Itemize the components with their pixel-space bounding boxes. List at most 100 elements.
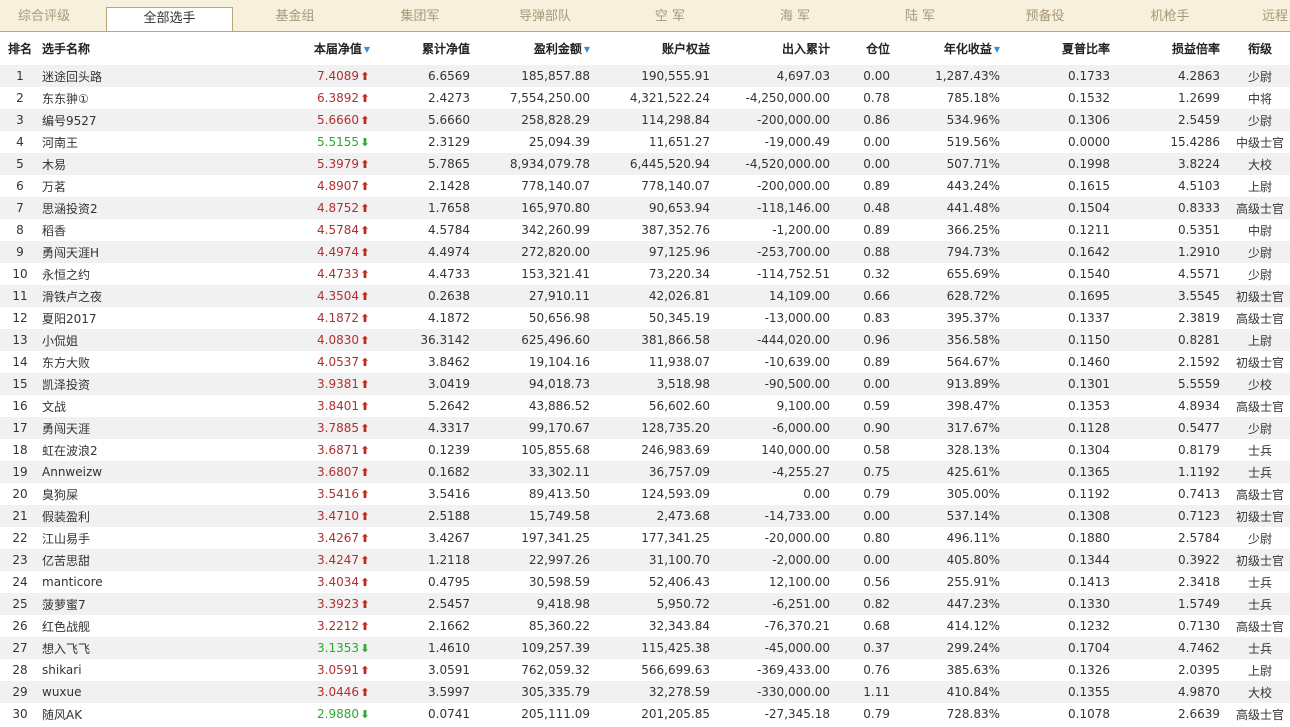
- annual-return-cell: 395.37%: [900, 307, 1010, 329]
- table-row[interactable]: 13 小侃姐 4.0830⬆ 36.3142 625,496.60 381,866.58-…: [0, 329, 1290, 351]
- player-name-link[interactable]: 东方大败: [40, 351, 170, 373]
- tab-navy[interactable]: 海 军: [755, 0, 835, 31]
- table-row[interactable]: 5 木易 5.3979⬆ 5.7865 8,934,079.78 6,445,520.94…: [0, 153, 1290, 175]
- table-row[interactable]: 19 Annweizw 3.6807⬆ 0.1682 33,302.11 36,757.0…: [0, 461, 1290, 483]
- table-row[interactable]: 14 东方大败 4.0537⬆ 3.8462 19,104.16 11,938.07 -10…: [0, 351, 1290, 373]
- header-profit[interactable]: 盈利金额 ▼: [480, 32, 600, 65]
- player-name-link[interactable]: 勇闯天涯: [40, 417, 170, 439]
- table-row[interactable]: 29 wuxue 3.0446⬆ 3.5997 305,335.79 32,278.59-…: [0, 681, 1290, 703]
- annual-return-cell: 564.67%: [900, 351, 1010, 373]
- player-name-link[interactable]: 小侃姐: [40, 329, 170, 351]
- player-name-link[interactable]: 亿苦思甜: [40, 549, 170, 571]
- player-name-link[interactable]: 虹在波浪2: [40, 439, 170, 461]
- table-row[interactable]: 24 manticore 3.4034⬆ 0.4795 30,598.59 52,406.…: [0, 571, 1290, 593]
- table-row[interactable]: 15 凯泽投资 3.9381⬆ 3.0419 94,018.73 3,518.98 -90,…: [0, 373, 1290, 395]
- table-row[interactable]: 8 稻香 4.5784⬆ 4.5784 342,260.99 387,352.76 -1,2…: [0, 219, 1290, 241]
- table-row[interactable]: 7 思涵投资2 4.8752⬆ 1.7658 165,970.80 90,653.94 -1…: [0, 197, 1290, 219]
- profit-cell: 205,111.09: [480, 703, 600, 725]
- table-row[interactable]: 26 红色战舰 3.2212⬆ 2.1662 85,360.22 32,343.84 -76…: [0, 615, 1290, 637]
- arrow-up-icon: ⬆: [360, 224, 370, 237]
- player-name-link[interactable]: 凯泽投资: [40, 373, 170, 395]
- player-name-link[interactable]: 江山易手: [40, 527, 170, 549]
- table-row[interactable]: 28 shikari 3.0591⬆ 3.0591 762,059.32 566,699.…: [0, 659, 1290, 681]
- position-cell: 0.75: [840, 461, 900, 483]
- tab-composite-rating[interactable]: 综合评级: [0, 0, 88, 31]
- current-nav-cell: 3.6807⬆: [170, 461, 380, 483]
- cumulative-flow-cell: -13,000.00: [720, 307, 840, 329]
- table-row[interactable]: 11 滑铁卢之夜 4.3504⬆ 0.2638 27,910.11 42,026.81 14…: [0, 285, 1290, 307]
- tab-all-players[interactable]: 全部选手: [106, 7, 233, 31]
- player-name-link[interactable]: 臭狗屎: [40, 483, 170, 505]
- player-name-link[interactable]: 木易: [40, 153, 170, 175]
- cumulative-flow-cell: -200,000.00: [720, 175, 840, 197]
- player-name-link[interactable]: 假装盈利: [40, 505, 170, 527]
- table-row[interactable]: 27 想入飞飞 3.1353⬇ 1.4610 109,257.39 115,425.38-…: [0, 637, 1290, 659]
- tab-reserve[interactable]: 预备役: [1005, 0, 1085, 31]
- header-sharpe-ratio[interactable]: 夏普比率: [1010, 32, 1120, 65]
- table-row[interactable]: 9 勇闯天涯H 4.4974⬆ 4.4974 272,820.00 97,125.96 -2…: [0, 241, 1290, 263]
- player-name-link[interactable]: manticore: [40, 571, 170, 593]
- header-current-nav[interactable]: 本届净值 ▼: [170, 32, 380, 65]
- tab-air-force[interactable]: 空 军: [630, 0, 710, 31]
- table-row[interactable]: 3 编号9527 5.6660⬆ 5.6660 258,828.29 114,298.84…: [0, 109, 1290, 131]
- table-row[interactable]: 20 臭狗屎 3.5416⬆ 3.5416 89,413.50 124,593.09 0.0…: [0, 483, 1290, 505]
- player-name-link[interactable]: 勇闯天涯H: [40, 241, 170, 263]
- header-rank[interactable]: 排名: [0, 32, 40, 65]
- table-row[interactable]: 23 亿苦思甜 3.4247⬆ 1.2118 22,997.26 31,100.70 -2,…: [0, 549, 1290, 571]
- player-name-link[interactable]: 菠萝蜜7: [40, 593, 170, 615]
- tab-machine-gunner[interactable]: 机枪手: [1130, 0, 1210, 31]
- tab-long-range[interactable]: 远程: [1262, 0, 1290, 31]
- tab-missile-force[interactable]: 导弹部队: [505, 0, 585, 31]
- table-row[interactable]: 17 勇闯天涯 3.7885⬆ 4.3317 99,170.67 128,735.20 -6…: [0, 417, 1290, 439]
- header-position[interactable]: 仓位: [840, 32, 900, 65]
- player-name-link[interactable]: 迷途回头路: [40, 65, 170, 87]
- header-account-equity[interactable]: 账户权益: [600, 32, 720, 65]
- table-row[interactable]: 6 万茗 4.8907⬆ 2.1428 778,140.07 778,140.07 -200…: [0, 175, 1290, 197]
- tab-group-army[interactable]: 集团军: [380, 0, 460, 31]
- table-row[interactable]: 16 文战 3.8401⬆ 5.2642 43,886.52 56,602.60 9,100…: [0, 395, 1290, 417]
- table-row[interactable]: 21 假装盈利 3.4710⬆ 2.5188 15,749.58 2,473.68 -14,…: [0, 505, 1290, 527]
- player-name-link[interactable]: 随风AK: [40, 703, 170, 725]
- position-cell: 0.89: [840, 351, 900, 373]
- player-name-link[interactable]: 编号9527: [40, 109, 170, 131]
- table-row[interactable]: 10 永恒之约 4.4733⬆ 4.4733 153,321.41 73,220.34 -1…: [0, 263, 1290, 285]
- player-name-link[interactable]: 滑铁卢之夜: [40, 285, 170, 307]
- player-name-link[interactable]: Annweizw: [40, 461, 170, 483]
- table-row[interactable]: 12 夏阳2017 4.1872⬆ 4.1872 50,656.98 50,345.19-…: [0, 307, 1290, 329]
- table-row[interactable]: 22 江山易手 3.4267⬆ 3.4267 197,341.25 177,341.25-…: [0, 527, 1290, 549]
- header-cumulative-flow[interactable]: 出入累计: [720, 32, 840, 65]
- table-row[interactable]: 25 菠萝蜜7 3.3923⬆ 2.5457 9,418.98 5,950.72 -6,25…: [0, 593, 1290, 615]
- player-name-link[interactable]: 河南王: [40, 131, 170, 153]
- player-name-link[interactable]: 文战: [40, 395, 170, 417]
- header-annual-return[interactable]: 年化收益 ▼: [900, 32, 1010, 65]
- tab-fund-group[interactable]: 基金组: [255, 0, 335, 31]
- pl-ratio-cell: 1.1192: [1120, 461, 1230, 483]
- player-name-link[interactable]: 思涵投资2: [40, 197, 170, 219]
- header-cumulative-nav[interactable]: 累计净值: [380, 32, 480, 65]
- header-player-name[interactable]: 选手名称: [40, 32, 170, 65]
- cumulative-flow-cell: 140,000.00: [720, 439, 840, 461]
- pl-ratio-cell: 0.8333: [1120, 197, 1230, 219]
- tab-army[interactable]: 陆 军: [880, 0, 960, 31]
- header-pl-ratio[interactable]: 损益倍率: [1120, 32, 1230, 65]
- header-rank-title[interactable]: 衔级: [1230, 32, 1290, 65]
- profit-cell: 272,820.00: [480, 241, 600, 263]
- player-name-link[interactable]: 东东翀①: [40, 87, 170, 109]
- player-name-link[interactable]: 稻香: [40, 219, 170, 241]
- rank-title-cell: 高级士官: [1230, 307, 1290, 329]
- player-name-link[interactable]: wuxue: [40, 681, 170, 703]
- table-row[interactable]: 1 迷途回头路 7.4089⬆ 6.6569 185,857.88 190,555.91 4…: [0, 65, 1290, 87]
- table-row[interactable]: 30 随风AK 2.9880⬇ 0.0741 205,111.09 201,205.85-…: [0, 703, 1290, 725]
- current-nav-value: 4.8752: [317, 201, 359, 215]
- player-name-link[interactable]: 永恒之约: [40, 263, 170, 285]
- table-row[interactable]: 2 东东翀① 6.3892⬆ 2.4273 7,554,250.00 4,321,522.…: [0, 87, 1290, 109]
- table-row[interactable]: 4 河南王 5.5155⬇ 2.3129 25,094.39 11,651.27 -19,0…: [0, 131, 1290, 153]
- player-name-link[interactable]: 夏阳2017: [40, 307, 170, 329]
- player-name-link[interactable]: 想入飞飞: [40, 637, 170, 659]
- player-name-link[interactable]: shikari: [40, 659, 170, 681]
- current-nav-value: 3.2212: [317, 619, 359, 633]
- table-row[interactable]: 18 虹在波浪2 3.6871⬆ 0.1239 105,855.68 246,983.69…: [0, 439, 1290, 461]
- arrow-up-icon: ⬆: [360, 334, 370, 347]
- player-name-link[interactable]: 万茗: [40, 175, 170, 197]
- player-name-link[interactable]: 红色战舰: [40, 615, 170, 637]
